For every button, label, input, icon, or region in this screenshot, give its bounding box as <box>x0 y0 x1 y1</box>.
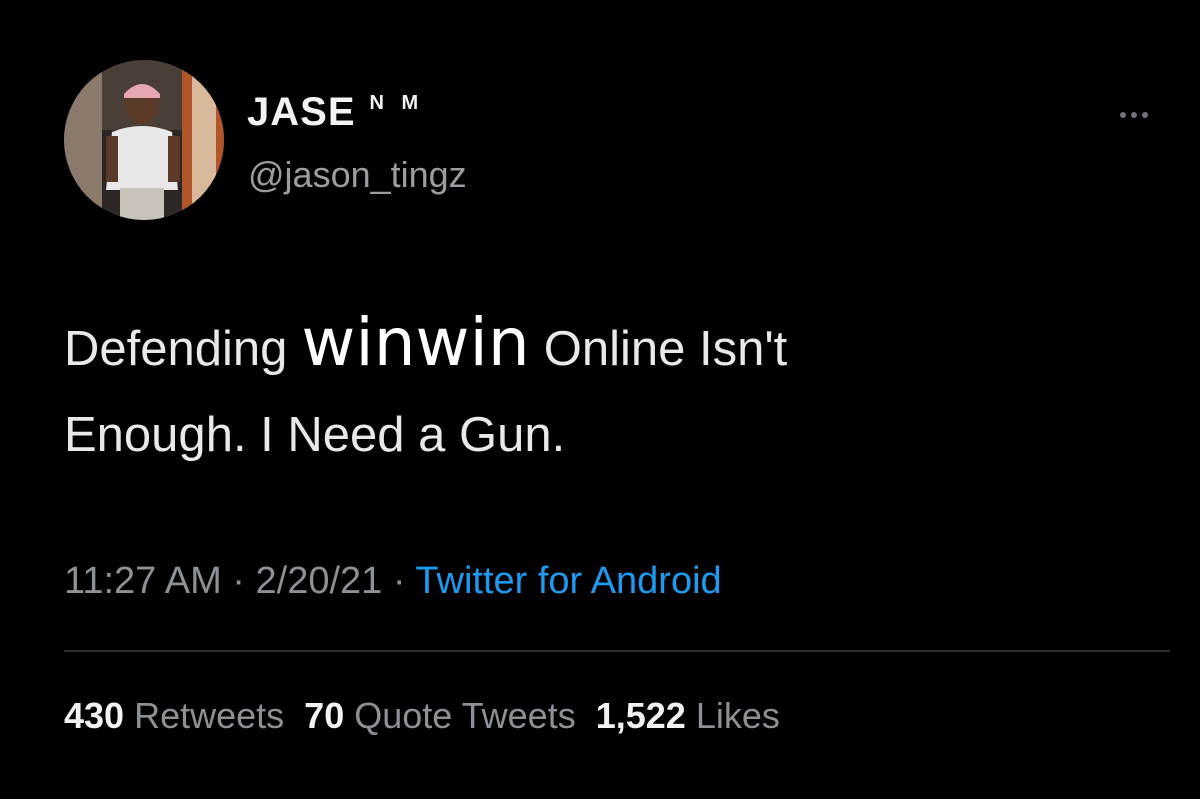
likes-label: Likes <box>695 695 780 736</box>
likes-stat[interactable]: 1,522 Likes <box>596 695 780 736</box>
tweet-time[interactable]: 11:27 AM <box>64 560 222 602</box>
overlay-text: winwin <box>301 304 530 381</box>
retweets-label: Retweets <box>134 695 285 736</box>
quote-tweets-count: 70 <box>304 695 345 736</box>
tweet: JASE N M @jason_tingz Defending winwin Onl… <box>0 0 1200 799</box>
display-name[interactable]: JASE <box>247 90 356 134</box>
meta-separator: · <box>232 560 245 602</box>
tweet-text-line2: Enough. I Need a Gun. <box>64 408 566 462</box>
divider <box>64 650 1170 652</box>
likes-count: 1,522 <box>595 695 686 736</box>
tweet-text-part: Defending <box>64 322 288 376</box>
more-dot <box>1142 112 1148 118</box>
meta-separator: · <box>392 560 406 602</box>
tweet-text-part: Online Isn't <box>543 322 788 376</box>
tweet-date[interactable]: 2/20/21 <box>256 560 383 602</box>
quote-tweets-label: Quote Tweets <box>354 695 576 736</box>
more-dot <box>1131 112 1137 118</box>
avatar[interactable] <box>64 60 224 220</box>
retweets-stat[interactable]: 430 Retweets <box>64 695 284 736</box>
tweet-text: Defending winwin Online Isn't Enough. I Ne… <box>64 300 1144 478</box>
quote-tweets-stat[interactable]: 70 Quote Tweets <box>304 695 576 736</box>
avatar-photo <box>64 60 224 220</box>
display-name-suffix: N M <box>369 92 425 114</box>
author-handle[interactable]: @jason_tingz <box>248 153 467 197</box>
retweets-count: 430 <box>64 695 125 736</box>
tweet-stats: 430 Retweets 70 Quote Tweets 1,522 Likes <box>64 693 780 739</box>
author-name-row[interactable]: JASE N M <box>247 90 424 134</box>
more-dot <box>1120 112 1126 118</box>
tweet-meta: 11:27 AM · 2/20/21 · Twitter for Android <box>64 558 722 604</box>
more-options-icon[interactable] <box>1120 112 1148 118</box>
tweet-source-link[interactable]: Twitter for Android <box>415 560 721 602</box>
